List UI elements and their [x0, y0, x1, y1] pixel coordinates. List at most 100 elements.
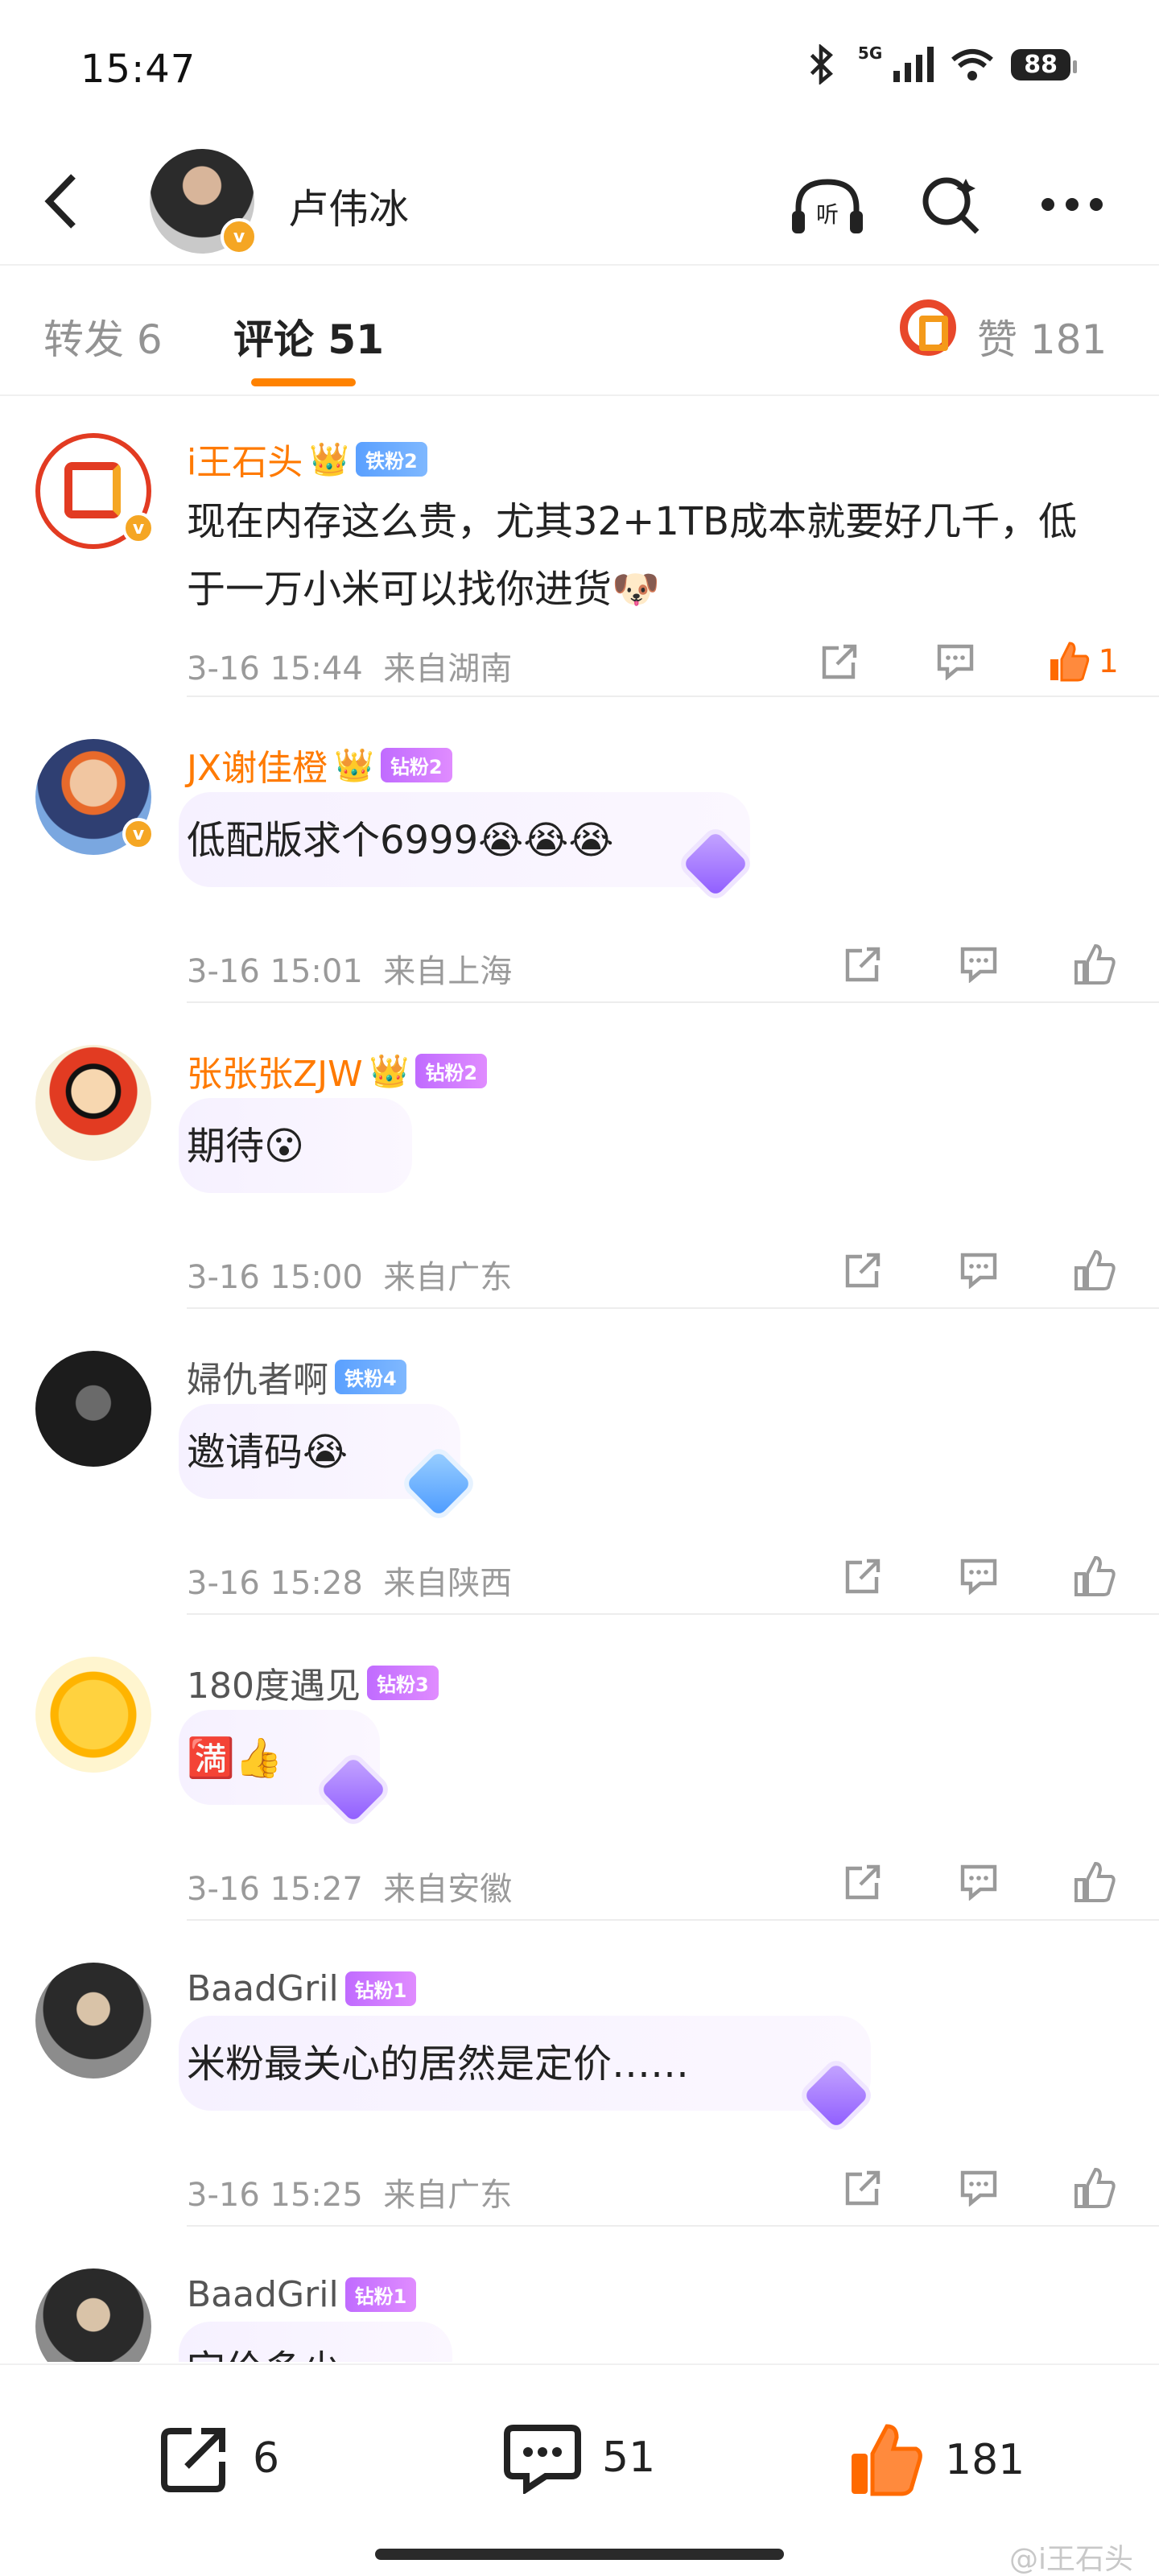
listen-button[interactable]: 听	[789, 166, 866, 243]
status-icons: 5G 88	[805, 43, 1077, 85]
comment-username[interactable]: 180度遇见	[187, 1657, 361, 1708]
home-indicator[interactable]	[375, 2549, 784, 2560]
reply-comment-button[interactable]	[955, 940, 1003, 989]
thumbs-up-filled-icon	[1050, 642, 1089, 682]
like-comment-button[interactable]	[1070, 1246, 1119, 1294]
bluetooth-icon	[810, 44, 833, 85]
comment-count: 51	[602, 2434, 656, 2482]
repost-button[interactable]: 6	[158, 2421, 279, 2496]
search-button[interactable]	[911, 166, 988, 243]
verified-badge-icon: v	[221, 218, 258, 255]
share-icon	[822, 644, 856, 679]
comment-username[interactable]: 婦仇者啊	[187, 1351, 328, 1402]
more-button[interactable]	[1033, 166, 1111, 243]
user-avatar[interactable]	[35, 1657, 151, 1773]
user-avatar[interactable]	[35, 1351, 151, 1467]
comment-text[interactable]: 米粉最关心的居然是定价……	[187, 2030, 1088, 2098]
thumbs-up-icon	[1074, 2167, 1116, 2208]
fan-level-badge: 钻粉1	[344, 2277, 417, 2312]
comment-item: 张张张ZJW 👑 钻粉2 期待😮 3-16 15:00 来自广东	[0, 1009, 1159, 1309]
comment-list: v i王石头 👑 铁粉2 现在内存这么贵，尤其32+1TB成本就要好几千，低于一…	[0, 398, 1159, 2362]
repost-count: 6	[253, 2434, 280, 2483]
share-icon	[161, 2428, 225, 2492]
user-avatar[interactable]	[35, 1963, 151, 2079]
like-count: 181	[945, 2436, 1025, 2484]
comment-text[interactable]: 现在内存这么贵，尤其32+1TB成本就要好几千，低于一万小米可以找你进货🐶	[187, 488, 1088, 623]
like-reaction-icon	[900, 299, 956, 356]
fan-level-badge: 钻粉2	[380, 747, 452, 782]
verified-badge-icon: v	[122, 512, 155, 544]
signal-icon	[893, 47, 934, 82]
nav-actions: 听	[789, 166, 1111, 243]
comment-time: 3-16 15:00	[187, 1259, 363, 1296]
reply-comment-button[interactable]	[955, 1552, 1003, 1600]
bottom-action-bar: 6 51 181	[0, 2363, 1159, 2576]
tab-likes[interactable]: 赞 181	[977, 308, 1107, 365]
comment-icon	[960, 947, 997, 983]
comment-time: 3-16 15:27	[187, 1871, 363, 1908]
author-avatar[interactable]: v	[150, 149, 258, 255]
chevron-left-icon	[44, 174, 76, 229]
comment-username[interactable]: i王石头	[187, 433, 303, 485]
like-comment-button[interactable]	[1070, 2164, 1119, 2212]
fan-level-badge: 钻粉2	[415, 1053, 488, 1088]
comment-username[interactable]: 张张张ZJW	[187, 1045, 363, 1096]
wifi-icon	[951, 49, 994, 80]
like-comment-button[interactable]	[1070, 1552, 1119, 1600]
reply-comment-button[interactable]	[955, 2164, 1003, 2212]
repost-comment-button[interactable]	[839, 1858, 887, 1906]
comment-text[interactable]: 邀请码😭	[187, 1418, 1088, 1486]
repost-comment-button[interactable]	[839, 2164, 887, 2212]
repost-comment-button[interactable]	[839, 1552, 887, 1600]
comment-item: 180度遇见 钻粉3 🈵👍 3-16 15:27 来自安徽	[0, 1621, 1159, 1921]
reply-comment-button[interactable]	[955, 1858, 1003, 1906]
user-avatar[interactable]	[35, 2268, 151, 2362]
comment-text[interactable]: 低配版求个6999😭😭😭	[187, 807, 1088, 874]
comment-username[interactable]: BaadGril	[187, 2274, 339, 2315]
detail-tabs: 转发 6 评论 51 赞 181	[0, 267, 1159, 396]
comment-divider	[187, 1307, 1159, 1309]
like-button[interactable]: 181	[847, 2421, 1025, 2499]
comment-item: 婦仇者啊 铁粉4 邀请码😭 3-16 15:28 来自陕西	[0, 1315, 1159, 1615]
comment-time: 3-16 15:44	[187, 650, 363, 687]
fan-level-badge: 钻粉1	[344, 1971, 417, 2006]
comment-like-count: 1	[1098, 643, 1119, 680]
comment-icon	[960, 2170, 997, 2207]
like-comment-button[interactable]	[1070, 940, 1119, 989]
tab-comments[interactable]: 评论 51	[233, 308, 384, 365]
like-comment-button[interactable]	[1070, 1858, 1119, 1906]
thumbs-up-filled-icon	[852, 2424, 922, 2496]
comment-divider	[187, 2225, 1159, 2227]
comment-time: 3-16 15:25	[187, 2177, 363, 2214]
crown-icon: 👑	[334, 746, 374, 784]
comment-text[interactable]: 期待😮	[187, 1113, 1088, 1180]
battery-indicator: 88	[1011, 48, 1077, 80]
comment-button[interactable]: 51	[504, 2421, 655, 2494]
author-name[interactable]: 卢伟冰	[288, 177, 409, 235]
comment-username[interactable]: BaadGril	[187, 1968, 339, 2009]
status-time: 15:47	[80, 47, 196, 92]
reply-comment-button[interactable]	[931, 638, 980, 686]
crown-icon: 👑	[369, 1052, 410, 1090]
repost-comment-button[interactable]	[839, 1246, 887, 1294]
nav-bar: v 卢伟冰 听	[0, 137, 1159, 266]
user-avatar[interactable]	[35, 1045, 151, 1161]
thumbs-up-icon	[1074, 943, 1116, 985]
repost-comment-button[interactable]	[815, 638, 864, 686]
search-icon	[922, 177, 980, 234]
comment-icon	[937, 644, 973, 680]
share-icon	[845, 1558, 881, 1594]
like-comment-button[interactable]: 1	[1047, 638, 1119, 686]
comment-username[interactable]: JX谢佳橙	[187, 739, 328, 791]
comment-text[interactable]: 🈵👍	[187, 1724, 1088, 1792]
status-bar: 15:47 5G 88	[0, 0, 1159, 137]
tab-reposts[interactable]: 转发 6	[43, 308, 163, 365]
reply-comment-button[interactable]	[955, 1246, 1003, 1294]
more-dots-icon	[1041, 198, 1103, 211]
repost-comment-button[interactable]	[839, 940, 887, 989]
comment-icon	[504, 2425, 581, 2494]
share-icon	[845, 1864, 881, 1900]
comment-text[interactable]: 定价多少	[187, 2336, 1088, 2362]
share-icon	[845, 1253, 881, 1288]
back-button[interactable]	[32, 169, 89, 233]
